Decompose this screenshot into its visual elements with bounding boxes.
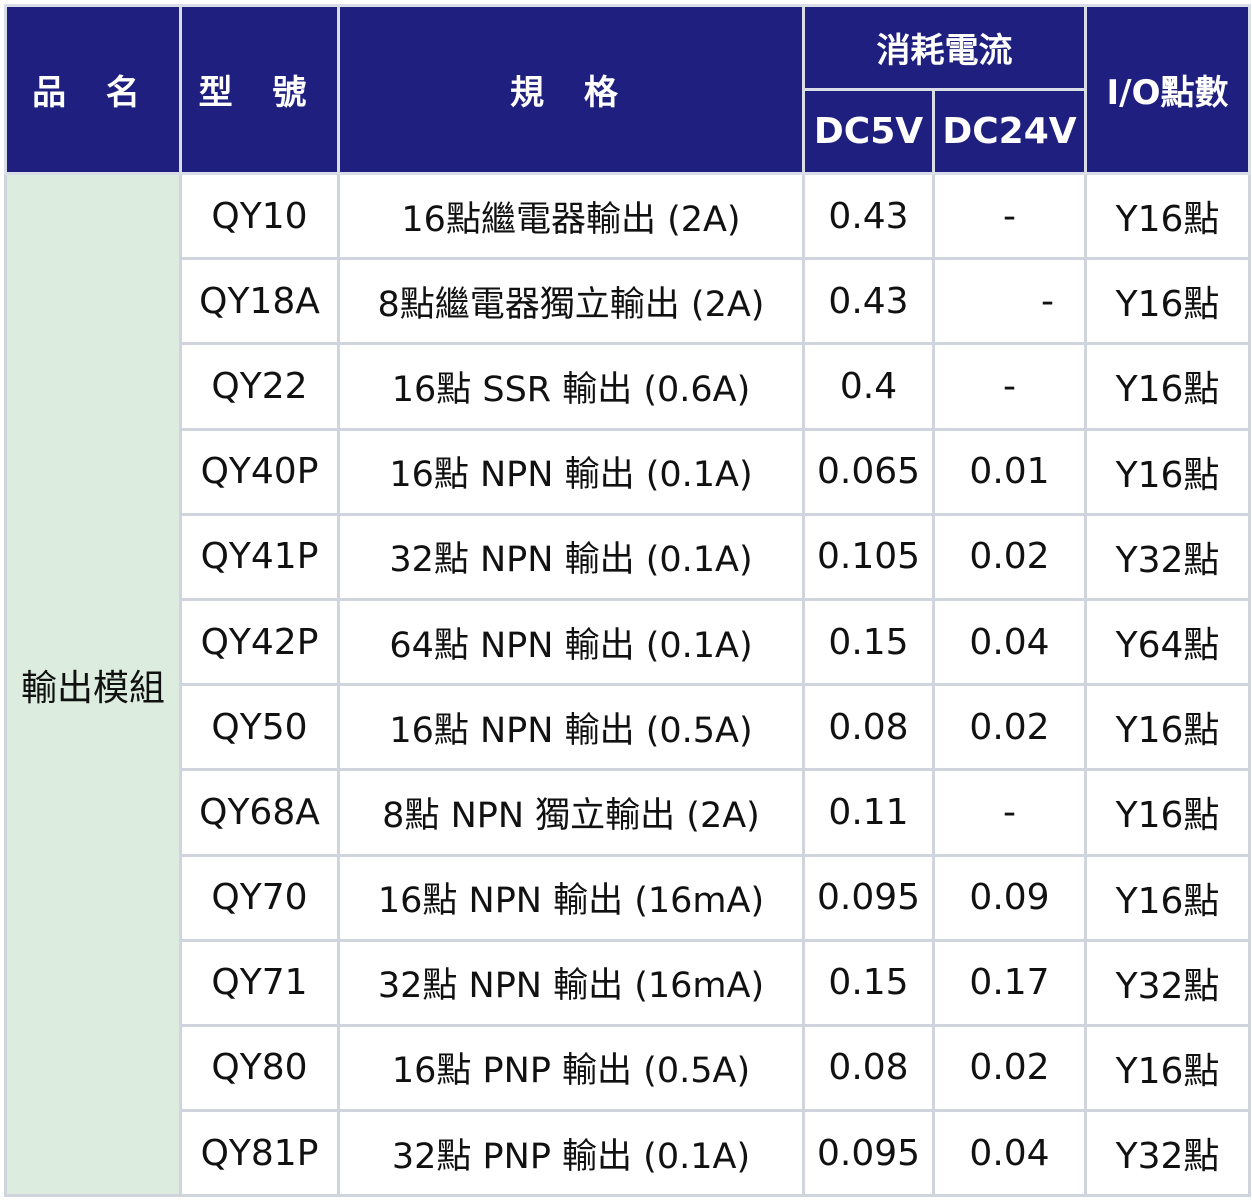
dc5v-cell: 0.11: [802, 768, 935, 857]
dc5v-cell: 0.43: [802, 257, 935, 346]
io-points-cell: Y16點: [1084, 171, 1251, 261]
io-points-cell: Y32點: [1084, 512, 1251, 601]
spec-cell: 32點 PNP 輸出 (0.1A): [337, 1109, 805, 1198]
dc5v-cell: 0.08: [802, 1023, 935, 1113]
model-cell: QY10: [179, 171, 340, 261]
table-row: QY68A 8點 NPN 獨立輸出 (2A) 0.11- Y16點: [6, 768, 1251, 857]
model-cell: QY68A: [179, 768, 340, 857]
table-row: QY18A 8點繼電器獨立輸出 (2A) 0.43- Y16點: [6, 257, 1251, 346]
dc5v-cell: 0.065: [802, 427, 935, 516]
category-cell: 輸出模組: [4, 171, 182, 1198]
table-row: 輸出模組 QY10 16點繼電器輸出 (2A) 0.43- Y16點: [4, 171, 1251, 1198]
spec-cell: 16點 NPN 輸出 (16mA): [337, 853, 805, 942]
spec-cell: 32點 NPN 輸出 (0.1A): [337, 512, 805, 601]
table-body: 輸出模組 QY10 16點繼電器輸出 (2A) 0.43- Y16點 QY18A 8點繼電器…: [4, 171, 1251, 1198]
table-row: QY50 16點 NPN 輸出 (0.5A) 0.08 0.02 Y16點: [6, 683, 1251, 772]
header-row-top: 品 名 型 號 規 格 消耗電流 I/O點數: [4, 4, 1251, 175]
io-points-cell: Y64點: [1084, 597, 1251, 687]
table-row: QY70 16點 NPN 輸出 (16mA) 0.095 0.09 Y16點: [6, 853, 1251, 942]
io-points-cell: Y16點: [1084, 853, 1251, 942]
spec-cell: 16點 NPN 輸出 (0.5A): [337, 683, 805, 772]
output-module-spec-table: 品 名 型 號 規 格 消耗電流 I/O點數 DC5V DC24V 輸出模組 QY…: [4, 4, 1251, 1198]
dc5v-cell: 0.105: [802, 512, 935, 601]
io-points-cell: Y16點: [1084, 427, 1251, 516]
model-cell: QY50: [179, 683, 340, 772]
table-row: QY42P 64點 NPN 輸出 (0.1A) 0.15 0.04 Y64點: [6, 597, 1251, 687]
io-points-cell: Y32點: [1084, 1109, 1251, 1198]
dc24v-cell: 0.04: [932, 1109, 1087, 1198]
header-io-points: I/O點數: [1084, 4, 1251, 175]
dc24v-cell: 0.02: [932, 512, 1087, 601]
spec-cell: 64點 NPN 輸出 (0.1A): [337, 597, 805, 687]
dc5v-cell: 0.43: [802, 171, 935, 261]
io-points-cell: Y32點: [1084, 938, 1251, 1027]
io-points-cell: Y16點: [1084, 683, 1251, 772]
model-cell: QY40P: [179, 427, 340, 516]
spec-cell: 32點 NPN 輸出 (16mA): [337, 938, 805, 1027]
spec-cell: 16點 PNP 輸出 (0.5A): [337, 1023, 805, 1113]
io-points-cell: Y16點: [1084, 768, 1251, 857]
dc24v-cell: 0.17: [932, 938, 1087, 1027]
dc5v-cell: 0.095: [802, 1109, 935, 1198]
model-cell: QY42P: [179, 597, 340, 687]
dc24v-cell: -: [932, 768, 1087, 857]
model-cell: QY71: [179, 938, 340, 1027]
dc24v-cell: 0.04: [932, 597, 1087, 687]
header-product-name: 品 名: [4, 4, 182, 175]
spec-cell: 8點繼電器獨立輸出 (2A): [337, 257, 805, 346]
header-model: 型 號: [179, 4, 340, 175]
dc24v-cell: -: [932, 342, 1087, 431]
io-points-cell: Y16點: [1084, 1023, 1251, 1113]
dc24v-cell: 0.01: [932, 427, 1087, 516]
header-current-consumption: 消耗電流: [802, 4, 1087, 91]
model-cell: QY22: [179, 342, 340, 431]
model-cell: QY18A: [179, 257, 340, 346]
dc24v-cell: 0.09: [932, 853, 1087, 942]
table-row: QY41P 32點 NPN 輸出 (0.1A) 0.105 0.02 Y32點: [6, 512, 1251, 601]
model-cell: QY41P: [179, 512, 340, 601]
table-row: QY71 32點 NPN 輸出 (16mA) 0.15 0.17 Y32點: [6, 938, 1251, 1027]
header-dc24v: DC24V: [932, 88, 1087, 175]
dc5v-cell: 0.08: [802, 683, 935, 772]
model-cell: QY70: [179, 853, 340, 942]
dc24v-cell: 0.02: [932, 1023, 1087, 1113]
dc5v-cell: 0.15: [802, 597, 935, 687]
model-cell: QY81P: [179, 1109, 340, 1198]
header-spec: 規 格: [337, 4, 805, 175]
io-points-cell: Y16點: [1084, 342, 1251, 431]
spec-cell: 16點繼電器輸出 (2A): [337, 171, 805, 261]
dc5v-cell: 0.095: [802, 853, 935, 942]
spec-cell: 16點 SSR 輸出 (0.6A): [337, 342, 805, 431]
spec-cell: 16點 NPN 輸出 (0.1A): [337, 427, 805, 516]
dc24v-cell: -: [932, 171, 1087, 261]
table-row: QY81P 32點 PNP 輸出 (0.1A) 0.095 0.04 Y32點: [6, 1109, 1251, 1198]
spec-cell: 8點 NPN 獨立輸出 (2A): [337, 768, 805, 857]
dc24v-cell: 0.02: [932, 683, 1087, 772]
table-row: QY40P 16點 NPN 輸出 (0.1A) 0.065 0.01 Y16點: [6, 427, 1251, 516]
dc24v-cell: -: [932, 257, 1087, 346]
model-cell: QY80: [179, 1023, 340, 1113]
table-row: QY22 16點 SSR 輸出 (0.6A) 0.4- Y16點: [6, 342, 1251, 431]
header-dc5v: DC5V: [802, 88, 935, 175]
table-header: 品 名 型 號 規 格 消耗電流 I/O點數 DC5V DC24V: [4, 4, 1251, 175]
dc5v-cell: 0.4: [802, 342, 935, 431]
dc5v-cell: 0.15: [802, 938, 935, 1027]
io-points-cell: Y16點: [1084, 257, 1251, 346]
table-row: QY80 16點 PNP 輸出 (0.5A) 0.08 0.02 Y16點: [6, 1023, 1251, 1113]
